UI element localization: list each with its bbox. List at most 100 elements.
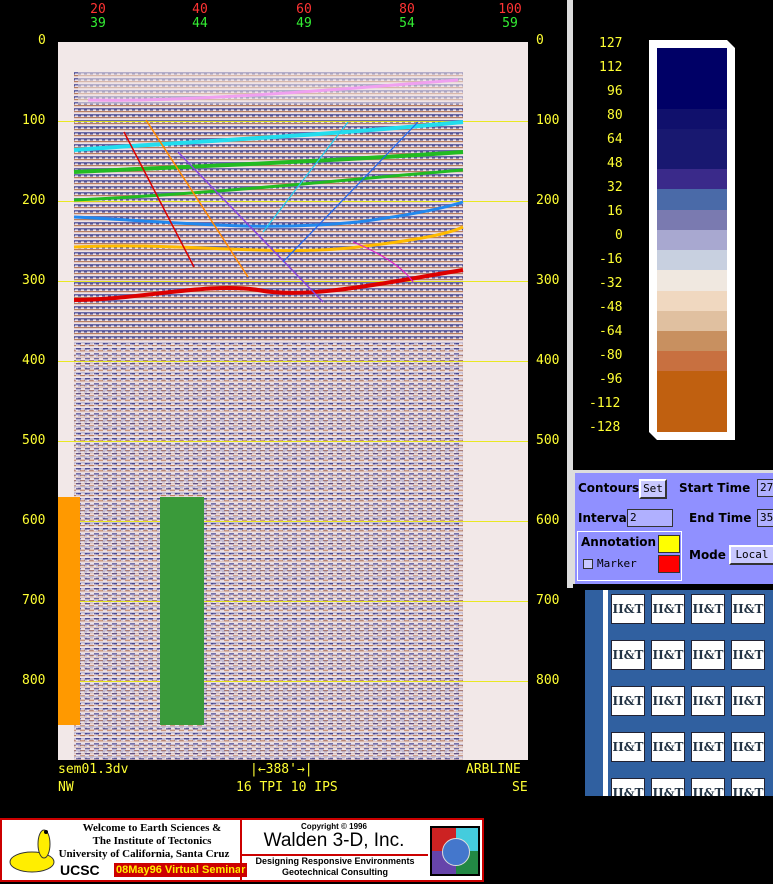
colorbar-swatch xyxy=(657,209,727,231)
horizon-red xyxy=(73,268,464,302)
banner: Welcome to Earth Sciences & The Institut… xyxy=(0,818,484,882)
iit-logo-tile: II&T xyxy=(731,686,765,716)
top-tick-red: 20 xyxy=(90,2,106,17)
iit-logo-tile: II&T xyxy=(731,594,765,624)
colorbar-swatch xyxy=(657,229,727,251)
colorbar-swatch xyxy=(657,108,727,130)
colorbar-swatch xyxy=(657,371,727,393)
y-tick-left: 600 xyxy=(22,513,46,528)
annotation-color-yellow[interactable] xyxy=(658,535,680,553)
y-tick-right: 600 xyxy=(536,513,560,528)
top-tick-green: 59 xyxy=(502,16,518,31)
y-tick-left: 400 xyxy=(22,353,46,368)
well-green[interactable] xyxy=(160,497,204,725)
display-settings: 16 TPI 10 IPS xyxy=(236,780,338,795)
y-tick-right: 500 xyxy=(536,433,560,448)
iit-logo-tile: II&T xyxy=(611,594,645,624)
iit-logo-tile: II&T xyxy=(731,732,765,762)
colorbar-label: 96 xyxy=(607,84,623,99)
colorbar-swatch xyxy=(657,290,727,312)
colorbar-swatch xyxy=(657,411,727,433)
colorbar-label: -112 xyxy=(589,396,621,411)
top-tick-red: 60 xyxy=(296,2,312,17)
colorbar-swatch xyxy=(657,310,727,332)
annotation-color-red[interactable] xyxy=(658,555,680,573)
colorbar-swatch xyxy=(657,68,727,89)
iit-logo-tile: II&T xyxy=(611,778,645,796)
y-tick-left: 800 xyxy=(22,673,46,688)
colorbar-label: 32 xyxy=(607,180,623,195)
top-tick-green: 54 xyxy=(399,16,415,31)
tagline-2: Geotechnical Consulting xyxy=(281,867,388,877)
iit-logo-tile: II&T xyxy=(651,686,685,716)
annotation-label: Annotation xyxy=(581,535,657,549)
ucsc-mark: UCSC xyxy=(60,862,100,878)
iit-logo-tile: II&T xyxy=(691,640,725,670)
y-tick-left: 200 xyxy=(22,193,46,208)
colorbar-label: -48 xyxy=(599,300,623,315)
seminar-link[interactable]: 08May96 Virtual Seminar xyxy=(114,863,248,877)
colorbar-label: 127 xyxy=(599,36,623,51)
colorbar-label: 64 xyxy=(607,132,623,147)
scale-arrow-left: |← xyxy=(250,762,266,777)
tile-divider xyxy=(603,590,608,796)
end-time-label: End Time xyxy=(689,511,752,525)
iit-logo-tile: II&T xyxy=(691,594,725,624)
scale-bar: |←388'→| xyxy=(250,762,313,777)
iit-logo-tile: II&T xyxy=(651,640,685,670)
marker-label: Marker xyxy=(597,557,637,570)
start-time-field[interactable]: 27 xyxy=(757,479,773,497)
interval-field[interactable]: 2 xyxy=(627,509,673,527)
iit-logo-tile: II&T xyxy=(651,778,685,796)
set-contours-button[interactable]: Set xyxy=(639,479,667,499)
colorbar-label: 112 xyxy=(599,60,623,75)
y-tick-left: 700 xyxy=(22,593,46,608)
logo-tile-area: II&T II&T II&T II&T II&T II&T II&T II&T II&T II&T… xyxy=(585,590,773,796)
colorbar-label: -128 xyxy=(589,420,621,435)
ucsc-line-1: Welcome to Earth Sciences & xyxy=(82,822,222,834)
colorbar-panel: 127 112 96 80 64 48 32 16 0 -16 -32 -48 … xyxy=(573,0,773,470)
colorbar-label: -16 xyxy=(599,252,623,267)
colorbar-swatches xyxy=(657,48,727,433)
colorbar-label: -64 xyxy=(599,324,623,339)
scale-arrow-right: →| xyxy=(296,762,313,777)
horizon-green-2 xyxy=(73,168,464,202)
interval-label: Interval xyxy=(578,511,631,525)
colorbar-label: 80 xyxy=(607,108,623,123)
top-tick-green: 39 xyxy=(90,16,106,31)
company-name[interactable]: Walden 3-D, Inc. xyxy=(244,830,424,852)
colorbar-swatch xyxy=(657,48,727,69)
top-tick-red: 80 xyxy=(399,2,415,17)
y-tick-left: 100 xyxy=(22,113,46,128)
colorbar-swatch xyxy=(657,250,727,271)
globe-icon xyxy=(442,838,470,866)
iit-logo-tile: II&T xyxy=(691,686,725,716)
file-name: sem01.3dv xyxy=(58,762,129,777)
colorbar-bottom-corner xyxy=(649,432,657,440)
start-time-label: Start Time xyxy=(679,481,751,495)
colorbar-label: 0 xyxy=(615,228,623,243)
colorbar-shadow-corner xyxy=(727,40,735,48)
annotation-checkbox[interactable] xyxy=(583,559,593,569)
top-tick-red: 100 xyxy=(498,2,522,17)
iit-logo-tile: II&T xyxy=(691,732,725,762)
colorbar-swatch xyxy=(657,270,727,292)
y-tick-right: 700 xyxy=(536,593,560,608)
well-orange[interactable] xyxy=(58,497,80,725)
y-tick-right: 800 xyxy=(536,673,560,688)
mode-button[interactable]: Local xyxy=(729,545,773,565)
globe-logo[interactable] xyxy=(430,826,480,876)
y-tick-right: 0 xyxy=(536,33,544,48)
colorbar-swatch xyxy=(657,128,727,150)
iit-logo-tile: II&T xyxy=(651,732,685,762)
iit-logo-tile: II&T xyxy=(611,732,645,762)
iit-logo-tile: II&T xyxy=(651,594,685,624)
y-tick-right: 300 xyxy=(536,273,560,288)
line-name: ARBLINE xyxy=(466,762,521,777)
controls-panel: Contours: Set Start Time 27 Interval 2 E… xyxy=(573,470,773,584)
colorbar-swatch xyxy=(657,88,727,110)
top-tick-red: 40 xyxy=(192,2,208,17)
ucsc-line-3: University of California, Santa Cruz xyxy=(58,848,230,860)
end-time-field[interactable]: 35 xyxy=(757,509,773,527)
mode-label: Mode xyxy=(689,548,726,562)
